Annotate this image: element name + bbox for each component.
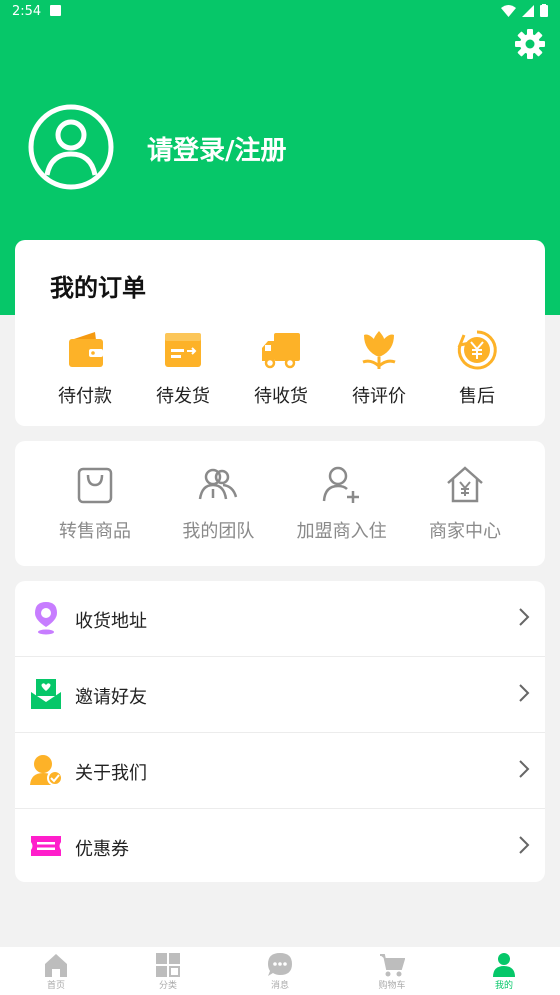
order-pending-payment[interactable]: 待付款 [41,326,129,408]
menu-label: 邀请好友 [75,687,147,708]
location-pin-icon [35,602,57,635]
orders-title: 我的订单 [50,274,146,302]
status-time: 2:54 [12,4,42,19]
tool-label: 我的团队 [182,521,255,542]
settings-menu: 收货地址 邀请好友 关于我们 优惠券 [15,581,545,882]
tool-label: 转售商品 [59,521,131,542]
about-user-icon [30,755,63,786]
tool-merchant-center[interactable]: 商家中心 [405,463,525,543]
order-after-sales[interactable]: 售后 [433,326,521,408]
login-register-link[interactable]: 请登录/注册 [147,130,287,167]
order-label: 待发货 [156,386,210,407]
menu-item-shipping-address[interactable]: 收货地址 [15,581,545,656]
menu-label: 收货地址 [75,611,147,632]
tab-label: 消息 [270,981,289,991]
wallet-icon [69,332,103,367]
order-pending-review[interactable]: 待评价 [335,326,423,408]
order-pending-shipment[interactable]: 待发货 [139,326,227,408]
person-icon [493,953,515,977]
tab-label: 首页 [46,981,65,991]
grid-icon [156,953,180,977]
status-indicators [501,4,548,17]
menu-item-invite-friends[interactable]: 邀请好友 [15,657,545,732]
coupon-icon [31,836,61,856]
menu-item-about-us[interactable]: 关于我们 [15,733,545,808]
tab-label: 我的 [494,981,513,991]
tool-label: 加盟商入住 [296,521,387,542]
order-label: 售后 [459,386,495,407]
chevron-right-icon [519,684,530,702]
cart-icon [380,954,405,977]
tab-label: 分类 [158,981,177,991]
order-status-row: 待付款 待发货 待收货 待评价 售后 [41,326,521,408]
notification-icon [50,5,61,16]
yuan-refund-icon [457,330,497,370]
flower-icon [362,331,396,369]
tab-category[interactable]: 分类 [112,947,224,995]
status-bar: 2:54 [0,0,560,24]
battery-icon [540,4,548,17]
tab-cart[interactable]: 购物车 [336,947,448,995]
tool-resale-goods[interactable]: 转售商品 [35,463,155,543]
box-icon [165,333,201,367]
tab-mine[interactable]: 我的 [448,947,560,995]
bottom-tab-bar: 首页 分类 消息 购物车 我的 [0,947,560,995]
tool-my-team[interactable]: 我的团队 [158,463,278,543]
tool-franchise-join[interactable]: 加盟商入住 [282,463,402,543]
menu-label: 关于我们 [75,763,147,784]
order-label: 待评价 [352,386,406,407]
chevron-right-icon [519,836,530,854]
add-user-icon [322,466,359,503]
settings-gear-icon[interactable] [514,28,546,60]
wifi-icon [501,4,516,17]
home-icon [45,954,67,977]
home-yuan-icon [447,466,483,503]
team-icon [199,468,238,500]
signal-icon [522,4,534,17]
tools-card: 转售商品 我的团队 加盟商入住 商家中心 [15,441,545,566]
orders-card: 我的订单 待付款 待发货 待收货 待评价 售后 [15,240,545,426]
tab-label: 购物车 [378,981,406,991]
chevron-right-icon [519,760,530,778]
avatar-icon[interactable] [28,104,114,190]
chevron-right-icon [519,608,530,626]
order-pending-receipt[interactable]: 待收货 [237,326,325,408]
tool-row: 转售商品 我的团队 加盟商入住 商家中心 [35,463,525,543]
invite-envelope-icon [31,679,61,709]
chat-icon [268,953,292,976]
bag-icon [77,467,113,504]
truck-icon [262,333,300,369]
menu-item-coupons[interactable]: 优惠券 [15,809,545,884]
tool-label: 商家中心 [428,521,501,542]
menu-label: 优惠券 [75,839,129,860]
order-label: 待付款 [58,386,112,407]
tab-home[interactable]: 首页 [0,947,112,995]
tab-messages[interactable]: 消息 [224,947,336,995]
order-label: 待收货 [254,386,308,407]
